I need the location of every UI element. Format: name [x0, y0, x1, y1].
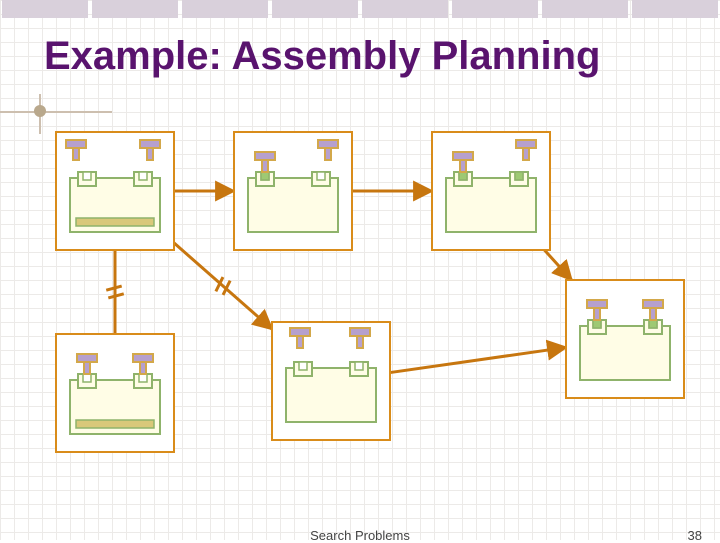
cut-mark [108, 294, 123, 298]
assembly-state [432, 132, 550, 250]
assembly-state [56, 132, 174, 250]
assembly-state [566, 280, 684, 398]
edge [174, 243, 272, 329]
assembly-graph [0, 0, 720, 540]
edge [544, 250, 571, 280]
assembly-state [272, 322, 390, 440]
assembly-state [56, 334, 174, 452]
edge [390, 347, 566, 372]
footer-center: Search Problems [310, 528, 410, 543]
cut-mark [106, 286, 121, 290]
page-number: 38 [688, 528, 702, 543]
assembly-state [234, 132, 352, 250]
bar-piece [76, 420, 154, 428]
bar-piece [76, 218, 154, 226]
